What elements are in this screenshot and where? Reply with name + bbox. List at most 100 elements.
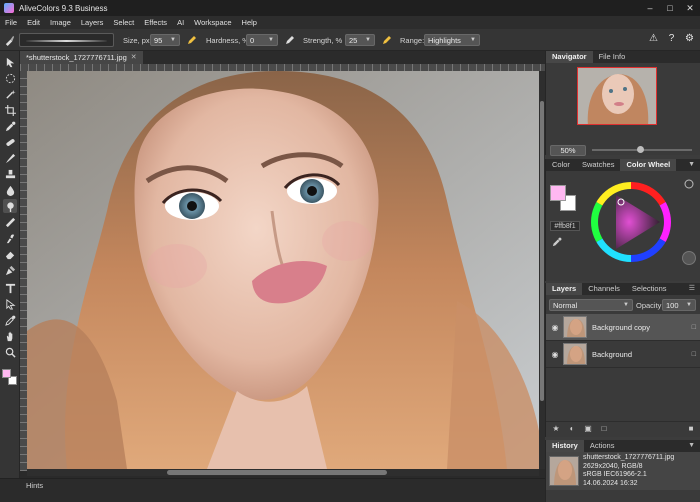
strength-pressure-icon[interactable]	[381, 34, 393, 46]
size-pressure-icon[interactable]	[186, 34, 198, 46]
close-icon[interactable]: ✕	[680, 0, 700, 16]
eyedropper-tool-icon[interactable]	[3, 119, 17, 133]
menu-image[interactable]: Image	[45, 16, 76, 29]
maximize-icon[interactable]: □	[660, 0, 680, 16]
brush-preset-picker[interactable]	[19, 33, 114, 47]
notification-icon[interactable]: ⚠	[647, 32, 660, 45]
menu-workspace[interactable]: Workspace	[189, 16, 236, 29]
chevron-down-icon: ▼	[470, 37, 476, 43]
magic-wand-icon[interactable]	[3, 87, 17, 101]
close-tab-icon[interactable]: ✕	[131, 51, 137, 64]
hex-color-field[interactable]: #ffb8f1	[550, 221, 580, 231]
zoom-value: 50%	[560, 145, 576, 155]
zoom-dropdown[interactable]: 50%	[550, 144, 586, 156]
text-tool-icon[interactable]	[3, 281, 17, 295]
crop-tool-icon[interactable]	[3, 103, 17, 117]
document-tab[interactable]: *shutterstock_1727776711.jpg ✕	[20, 51, 143, 64]
panel-menu-icon[interactable]: ▼	[688, 440, 695, 452]
zoom-tool-icon[interactable]	[3, 345, 17, 359]
healing-brush-icon[interactable]	[3, 135, 17, 149]
color-mode-icon[interactable]	[684, 179, 694, 191]
tab-navigator[interactable]: Navigator	[546, 51, 593, 63]
brush-icon[interactable]	[3, 151, 17, 165]
tab-channels[interactable]: Channels	[582, 283, 626, 295]
strength-label: Strength, %	[303, 35, 343, 45]
hex-value: #ffb8f1	[554, 222, 576, 230]
minimize-icon[interactable]: –	[640, 0, 660, 16]
layer-name: Background	[592, 349, 633, 359]
vertical-ruler	[20, 71, 27, 471]
hardness-field[interactable]: 0 ▼	[246, 34, 278, 46]
opacity-field[interactable]: 100 ▼	[662, 299, 696, 311]
eyedropper-icon[interactable]	[552, 237, 562, 247]
gear-icon[interactable]: ⚙	[683, 32, 696, 45]
lock-icon[interactable]: □	[692, 324, 696, 331]
tab-color[interactable]: Color	[546, 159, 576, 171]
color-panel: Color Swatches Color Wheel ▼ #ffb8f1	[545, 159, 700, 281]
hand-tool-icon[interactable]	[3, 329, 17, 343]
horizontal-ruler	[20, 64, 545, 71]
sponge-tool-icon[interactable]	[3, 215, 17, 229]
wheel-settings-icon[interactable]	[682, 251, 696, 265]
range-dropdown[interactable]: Highlights ▼	[424, 34, 480, 46]
pen-tool-icon[interactable]	[3, 263, 17, 277]
history-item[interactable]: shutterstock_1727776711.jpg 2629x2040, R…	[546, 452, 700, 490]
smudge-tool-icon[interactable]	[3, 231, 17, 245]
stamp-tool-icon[interactable]	[3, 167, 17, 181]
eye-icon[interactable]: ◉	[549, 323, 561, 332]
tab-actions[interactable]: Actions	[584, 440, 621, 452]
strength-field[interactable]: 25 ▼	[345, 34, 375, 46]
horizontal-scroll-thumb[interactable]	[167, 470, 387, 475]
document-image[interactable]	[27, 71, 539, 469]
layer-row[interactable]: ◉ Background □	[546, 341, 700, 368]
tab-swatches[interactable]: Swatches	[576, 159, 621, 171]
tab-color-wheel[interactable]: Color Wheel	[620, 159, 677, 171]
menu-bar: File Edit Image Layers Select Effects AI…	[0, 16, 700, 29]
selection-tool-icon[interactable]	[3, 71, 17, 85]
panel-menu-icon[interactable]: ▼	[688, 159, 695, 171]
tab-file-info[interactable]: File Info	[593, 51, 632, 63]
move-tool-icon[interactable]	[3, 55, 17, 69]
eye-icon[interactable]: ◉	[549, 350, 561, 359]
range-label: Range:	[400, 35, 425, 45]
foreground-color-swatch[interactable]	[550, 185, 566, 201]
new-group-icon[interactable]: ▣	[583, 424, 593, 434]
tab-layers[interactable]: Layers	[546, 283, 583, 295]
history-dimensions: 2629x2040, RGB/8	[583, 462, 643, 470]
delete-layer-icon[interactable]: ■	[686, 424, 696, 434]
menu-edit[interactable]: Edit	[22, 16, 45, 29]
hardness-pressure-icon[interactable]	[284, 34, 296, 46]
lock-icon[interactable]: □	[692, 351, 696, 358]
brush-tool-icon[interactable]	[4, 29, 15, 51]
dodge-tool-icon[interactable]	[3, 199, 17, 213]
menu-help[interactable]: Help	[237, 16, 262, 29]
zoom-slider-knob[interactable]	[637, 146, 644, 153]
direct-selection-icon[interactable]	[3, 297, 17, 311]
foreground-color-swatch[interactable]	[2, 369, 11, 378]
color-wheel[interactable]	[590, 181, 672, 263]
navigator-thumbnail[interactable]	[577, 67, 657, 125]
menu-ai[interactable]: AI	[172, 16, 189, 29]
layer-row[interactable]: ◉ Background copy □	[546, 314, 700, 341]
tab-history[interactable]: History	[546, 440, 584, 452]
new-layer-icon[interactable]: □	[599, 424, 609, 434]
color-picker-icon[interactable]	[3, 313, 17, 327]
blur-tool-icon[interactable]	[3, 183, 17, 197]
menu-select[interactable]: Select	[108, 16, 139, 29]
panel-menu-icon[interactable]: ☰	[689, 283, 695, 295]
strength-value: 25	[349, 35, 358, 45]
horizontal-scrollbar[interactable]	[27, 469, 539, 476]
tab-selections[interactable]: Selections	[626, 283, 673, 295]
menu-effects[interactable]: Effects	[139, 16, 172, 29]
menu-file[interactable]: File	[0, 16, 22, 29]
adjustment-layer-icon[interactable]: ◐	[567, 424, 577, 434]
blend-mode-dropdown[interactable]: Normal ▼	[549, 299, 633, 311]
zoom-slider[interactable]	[592, 146, 692, 153]
help-icon[interactable]: ?	[665, 32, 678, 45]
menu-layers[interactable]: Layers	[76, 16, 109, 29]
tool-options-bar: Size, px 95 ▼ Hardness, % 0 ▼ Strength, % …	[0, 29, 700, 51]
size-field[interactable]: 95 ▼	[150, 34, 180, 46]
vertical-scroll-thumb[interactable]	[540, 101, 544, 401]
eraser-tool-icon[interactable]	[3, 247, 17, 261]
layer-style-icon[interactable]: ★	[551, 424, 561, 434]
